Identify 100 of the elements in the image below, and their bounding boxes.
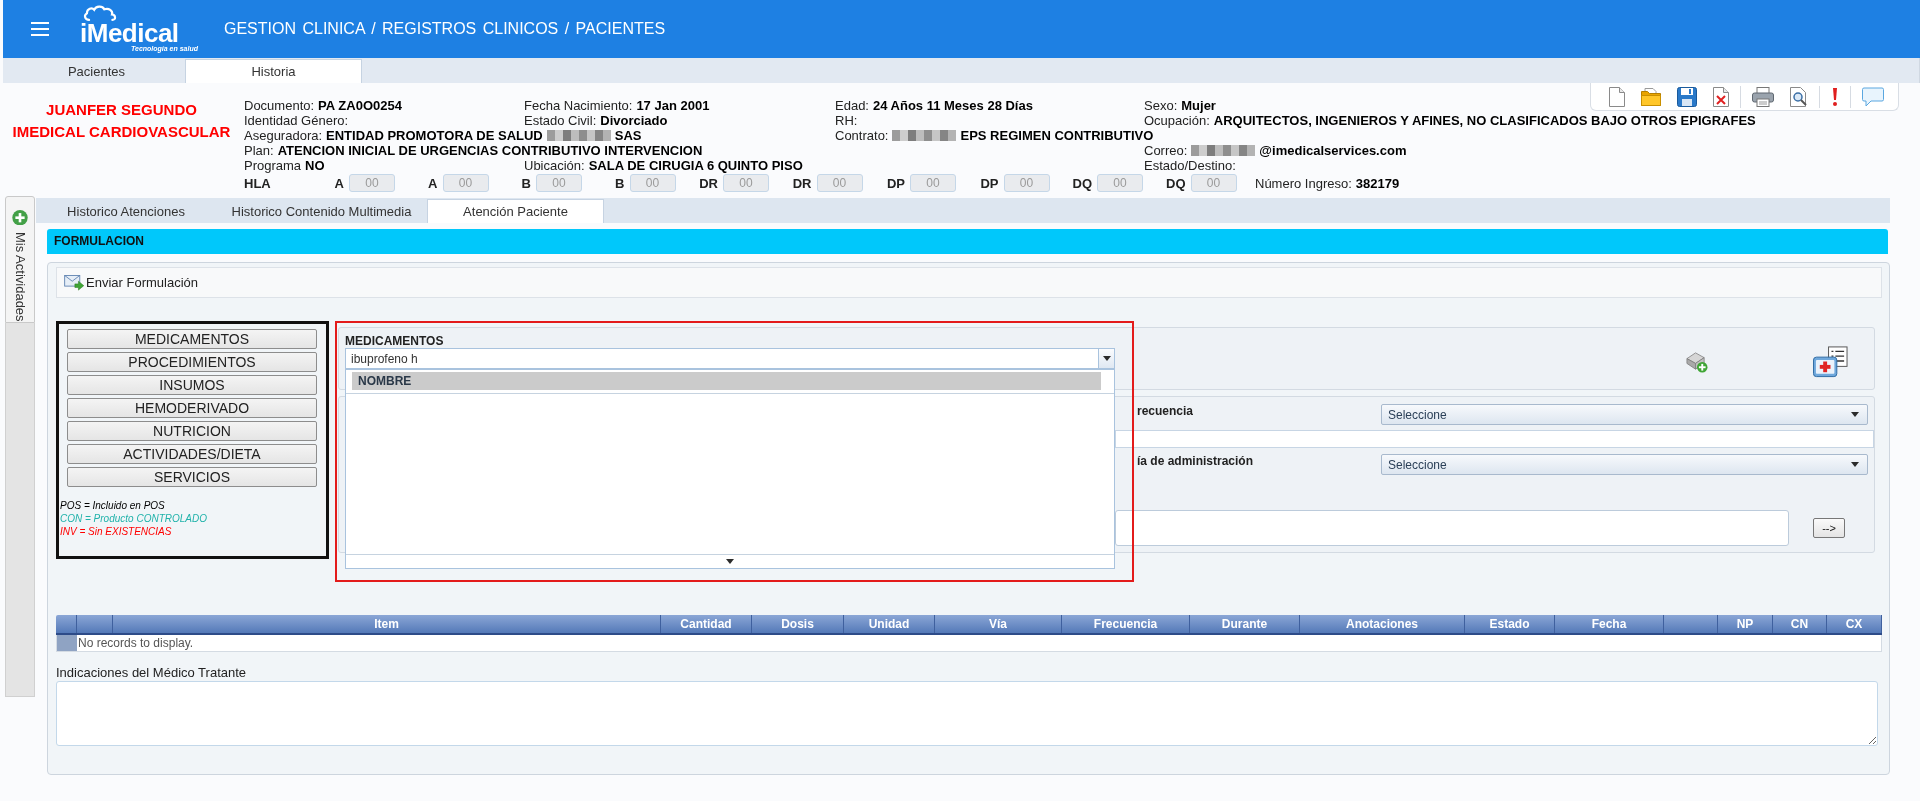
field-value: SALA DE CIRUGIA 6 QUINTO PISO xyxy=(588,158,803,173)
tab[interactable]: Historia xyxy=(185,59,362,83)
column-header[interactable]: Dosis xyxy=(752,615,844,633)
field-value: NO xyxy=(305,158,325,173)
field-label: MEDICAMENTOS xyxy=(345,334,445,348)
field-label: RH: xyxy=(835,113,858,128)
field-label: Identidad Género: xyxy=(244,113,349,128)
field-label: Fecha Nacimiento: xyxy=(524,98,633,113)
field-label: Correo: xyxy=(1144,143,1188,158)
field-label: Programa xyxy=(244,158,302,173)
field-value: PA ZA0O0254 xyxy=(318,98,402,113)
category-button[interactable]: INSUMOS xyxy=(67,375,317,395)
section-title-bar: FORMULACION xyxy=(47,229,1888,254)
field-label: Documento: xyxy=(244,98,315,113)
text-field[interactable] xyxy=(1115,430,1874,448)
document-magnifier-icon[interactable] xyxy=(1790,86,1808,107)
logo-text: iMedical xyxy=(80,21,179,45)
field-label: B xyxy=(521,175,531,191)
select-field[interactable]: Seleccione xyxy=(1381,404,1868,425)
exclamation-icon[interactable] xyxy=(1831,86,1839,107)
tab[interactable]: Historico Contenido Multimedia xyxy=(216,199,427,223)
caret-icon xyxy=(1851,462,1859,467)
field-value: SAS xyxy=(614,128,642,143)
tab[interactable]: Pacientes xyxy=(8,59,185,83)
column-header[interactable]: Fecha xyxy=(1555,615,1664,633)
field-label: Edad: xyxy=(835,98,869,113)
banner-text: IMEDICAL CARDIOVASCULAR xyxy=(12,122,231,142)
save-icon[interactable] xyxy=(1677,86,1697,107)
category-button[interactable]: ACTIVIDADES/DIETA xyxy=(67,444,317,464)
column-header: NOMBRE xyxy=(352,372,1101,390)
category-button[interactable]: HEMODERIVADO xyxy=(67,398,317,418)
column-header[interactable]: Vía xyxy=(935,615,1062,633)
field-label: Contrato: xyxy=(835,128,889,143)
notes-field[interactable] xyxy=(56,681,1878,746)
column-header[interactable]: CN xyxy=(1773,615,1827,633)
field-value: @imedicalservices.com xyxy=(1259,143,1407,158)
package-plus-icon[interactable] xyxy=(1685,350,1708,373)
field-label: DR xyxy=(792,175,812,191)
legend-text: CON = Producto CONTROLADO xyxy=(60,512,208,525)
category-button[interactable]: SERVICIOS xyxy=(67,467,317,487)
column-header[interactable]: Anotaciones xyxy=(1300,615,1465,633)
document-icon[interactable] xyxy=(1609,86,1625,107)
field-label: DQ xyxy=(1072,175,1092,191)
field-label: Sexo: xyxy=(1144,98,1178,113)
medical-kit-checklist-icon[interactable] xyxy=(1813,345,1848,378)
go-button[interactable]: --> xyxy=(1813,518,1845,538)
field-label: A xyxy=(428,175,438,191)
plus-icon xyxy=(11,210,29,226)
field-value: 382179 xyxy=(1355,175,1400,191)
folder-icon[interactable] xyxy=(1641,87,1661,106)
column-header[interactable]: Cantidad xyxy=(661,615,752,633)
field-value: ARQUITECTOS, INGENIEROS Y AFINES, NO CLASIFICADOS BAJO OTROS EPIGRAFES xyxy=(1213,113,1756,128)
menu-icon[interactable] xyxy=(31,22,49,36)
column-header[interactable]: Durante xyxy=(1190,615,1300,633)
envelope-arrow-icon xyxy=(64,274,84,291)
document-delete-icon[interactable] xyxy=(1713,86,1729,107)
field-label: Aseguradora: xyxy=(244,128,323,143)
column-header[interactable]: NP xyxy=(1718,615,1773,633)
field-label: ía de administración xyxy=(1136,454,1255,470)
empty-message: No records to display. xyxy=(77,635,194,651)
field-value: 24 Años 11 Meses 28 Días xyxy=(873,98,1033,113)
field-value: Mujer xyxy=(1181,98,1216,113)
search-field[interactable]: ibuprofeno h xyxy=(345,348,1098,369)
legend-text: POS = Incluido en POS xyxy=(60,499,166,512)
column-header[interactable]: Unidad xyxy=(844,615,935,633)
field-label: HLA xyxy=(244,175,272,191)
field-label: recuencia xyxy=(1136,404,1195,420)
field-label: DQ xyxy=(1166,175,1186,191)
field-label: Ubicación: xyxy=(524,158,585,173)
field-label: Ocupación: xyxy=(1144,113,1210,128)
speech-bubble-icon[interactable] xyxy=(1862,86,1884,107)
caret-icon xyxy=(726,559,734,564)
category-button[interactable]: NUTRICION xyxy=(67,421,317,441)
column-header[interactable]: Frecuencia xyxy=(1062,615,1190,633)
category-button[interactable]: PROCEDIMIENTOS xyxy=(67,352,317,372)
field-label: DP xyxy=(886,175,905,191)
printer-icon[interactable] xyxy=(1752,86,1774,107)
field-label: Estado/Destino: xyxy=(1144,158,1236,173)
field-value: ATENCION INICIAL DE URGENCIAS CONTRIBUTIVO INTERVENCION xyxy=(277,143,703,158)
breadcrumb: GESTION CLINICA / REGISTROS CLINICOS / PACIENTES xyxy=(224,20,666,38)
field-label: B xyxy=(615,175,625,191)
field-label: Plan: xyxy=(244,143,274,158)
send-formulation-button[interactable]: Enviar Formulación xyxy=(64,274,198,291)
tab[interactable]: Historico Atenciones xyxy=(36,199,216,223)
legend-text: INV = Sin EXISTENCIAS xyxy=(60,525,173,538)
category-button[interactable]: MEDICAMENTOS xyxy=(67,329,317,349)
column-header[interactable]: CX xyxy=(1827,615,1882,633)
tab[interactable]: Atención Paciente xyxy=(427,199,604,223)
dropdown-button[interactable] xyxy=(1098,348,1115,369)
select-field[interactable]: Seleccione xyxy=(1381,454,1868,475)
column-header[interactable]: Estado xyxy=(1465,615,1555,633)
table-cell xyxy=(57,635,77,651)
field-value: 17 Jan 2001 xyxy=(636,98,710,113)
field-value: EPS REGIMEN CONTRIBUTIVO xyxy=(960,128,1154,143)
side-tab[interactable]: Mis Actividades xyxy=(5,196,35,323)
text-field[interactable] xyxy=(1115,510,1789,546)
field-value: ENTIDAD PROMOTORA DE SALUD xyxy=(326,128,543,143)
field-label: Indicaciones del Médico Tratante xyxy=(56,665,248,680)
column-header[interactable]: Item xyxy=(113,615,661,633)
field-label: DR xyxy=(699,175,718,191)
